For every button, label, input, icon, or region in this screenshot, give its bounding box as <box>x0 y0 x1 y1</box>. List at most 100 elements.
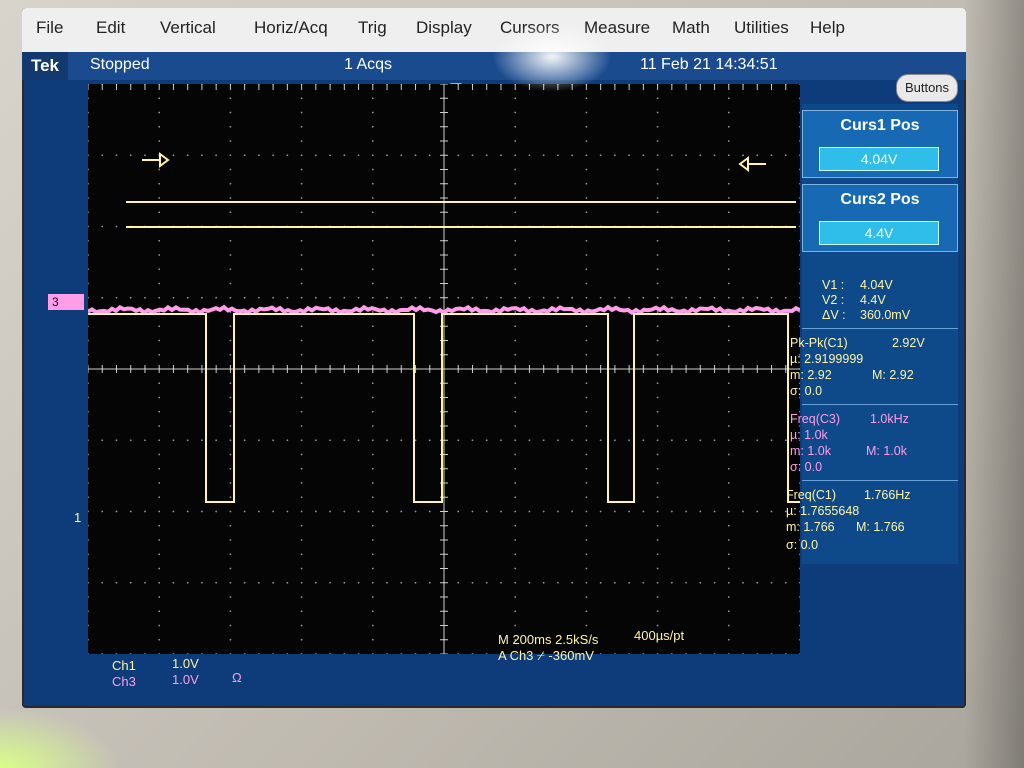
freq-c3-min: m: 1.0k <box>790 444 831 458</box>
grid-dot <box>485 581 488 584</box>
grid-dot <box>784 154 787 157</box>
grid-dot <box>158 168 161 171</box>
grid-dot <box>371 311 374 313</box>
grid-dot <box>129 154 132 157</box>
curs1-box[interactable]: Curs1 Pos 4.04V <box>802 110 958 178</box>
grid-dot <box>371 396 374 399</box>
grid-dot <box>628 439 631 442</box>
grid-dot <box>585 467 588 470</box>
grid-dot <box>88 382 89 385</box>
grid-dot <box>386 154 388 157</box>
grid-dot <box>201 581 203 584</box>
grid-dot <box>215 439 218 442</box>
freq-c1-sigma: σ: 0.0 <box>786 538 819 552</box>
grid-dot <box>727 182 730 185</box>
menu-trig[interactable]: Trig <box>358 18 387 38</box>
grid-dot <box>272 581 275 584</box>
curs2-box[interactable]: Curs2 Pos 4.4V <box>802 184 958 252</box>
grid-dot <box>685 439 687 442</box>
grid-dot <box>642 510 645 513</box>
curs2-value[interactable]: 4.4V <box>819 221 939 245</box>
grid-dot <box>88 410 89 413</box>
grid-dot <box>286 296 289 299</box>
menu-cursors[interactable]: Cursors <box>500 18 560 38</box>
v1-value: 4.04V <box>860 278 893 292</box>
grid-dot <box>314 296 317 299</box>
grid-dot <box>613 581 616 584</box>
grid-dot <box>371 467 374 470</box>
grid-dot <box>88 182 89 185</box>
grid-dot <box>371 182 374 185</box>
grid-dot <box>371 211 374 214</box>
grid-dot <box>799 553 800 556</box>
grid-dot <box>784 296 787 299</box>
grid-dot <box>88 653 89 654</box>
grid-dot <box>371 638 374 641</box>
grid-dot <box>300 524 303 527</box>
grid-dot <box>257 296 260 299</box>
ch3-label[interactable]: Ch3 <box>112 674 136 689</box>
grid-dot <box>88 168 89 171</box>
freq-c3-mean: µ: 1.0k <box>790 428 828 442</box>
menu-display[interactable]: Display <box>416 18 472 38</box>
grid-dot <box>158 539 161 541</box>
grid-dot <box>500 439 502 442</box>
grid-dot <box>88 610 89 613</box>
menu-vertical[interactable]: Vertical <box>160 18 216 38</box>
grid-dot <box>300 339 303 342</box>
ch3-ground-marker[interactable]: 3 <box>48 294 84 310</box>
grid-dot <box>670 653 673 654</box>
ch3-scale: 1.0V <box>172 672 199 687</box>
grid-dot <box>300 396 303 399</box>
waveform-display[interactable] <box>88 84 800 654</box>
grid-dot <box>585 539 588 541</box>
grid-dot <box>286 154 289 157</box>
grid-dot <box>229 410 232 413</box>
grid-dot <box>656 510 659 513</box>
timebase[interactable]: M 200ms 2.5kS/s <box>498 632 598 647</box>
menu-file[interactable]: File <box>36 18 63 38</box>
grid-dot <box>386 439 388 442</box>
grid-dot <box>88 567 89 570</box>
ch1-label[interactable]: Ch1 <box>112 658 136 673</box>
grid-dot <box>329 154 331 157</box>
buttons-button[interactable]: Buttons <box>896 74 958 102</box>
grid-dot <box>272 154 275 157</box>
menu-utilities[interactable]: Utilities <box>734 18 789 38</box>
grid-dot <box>770 439 773 442</box>
menu-help[interactable]: Help <box>810 18 845 38</box>
grid-dot <box>514 482 517 484</box>
ch1-ground-marker[interactable]: 1 <box>74 510 81 525</box>
dv-value: 360.0mV <box>860 308 911 322</box>
grid-dot <box>585 496 588 499</box>
grid-dot <box>158 553 161 556</box>
grid-dot <box>727 596 730 598</box>
menu-math[interactable]: Math <box>672 18 710 38</box>
trigger-info[interactable]: A Ch3 ⌿ -360mV <box>498 648 594 664</box>
freq-c3-value: 1.0kHz <box>870 412 909 426</box>
grid-dot <box>713 581 716 584</box>
grid-dot <box>229 140 232 142</box>
grid-dot <box>656 211 659 214</box>
grid-dot <box>428 653 431 654</box>
grid-dot <box>428 581 431 584</box>
grid-dot <box>158 396 161 399</box>
grid-dot <box>699 653 702 654</box>
grid-dot <box>585 453 588 456</box>
grid-dot <box>799 624 800 627</box>
grid-dot <box>770 581 773 584</box>
menu-edit[interactable]: Edit <box>96 18 125 38</box>
grid-dot <box>585 482 588 484</box>
grid-dot <box>371 111 374 114</box>
grid-dot <box>628 510 631 513</box>
menu-horiz-acq[interactable]: Horiz/Acq <box>254 18 328 38</box>
menu-measure[interactable]: Measure <box>584 18 650 38</box>
grid-dot <box>158 524 161 527</box>
grid-dot <box>229 339 232 342</box>
grid-dot <box>272 653 275 654</box>
freq-c3-sigma: σ: 0.0 <box>790 460 823 474</box>
grid-dot <box>88 396 89 399</box>
grid-dot <box>371 325 374 328</box>
grid-dot <box>201 154 203 157</box>
curs1-value[interactable]: 4.04V <box>819 147 939 171</box>
